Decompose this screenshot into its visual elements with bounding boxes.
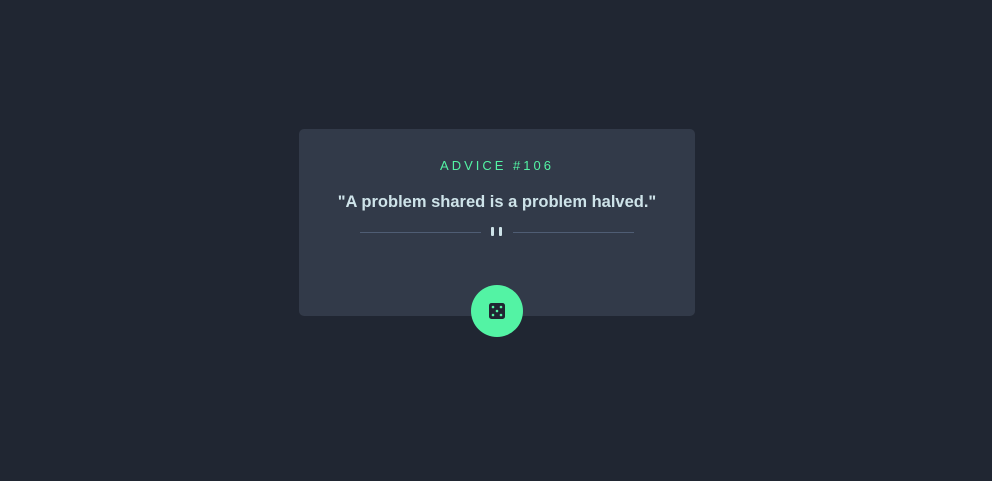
divider-line-left — [360, 232, 481, 233]
divider-line-right — [513, 232, 634, 233]
pattern-divider — [360, 227, 634, 239]
generate-advice-button[interactable] — [471, 285, 523, 337]
dice-icon — [489, 303, 505, 319]
advice-quote: "A problem shared is a problem halved." — [337, 193, 657, 211]
advice-id-label: ADVICE #106 — [440, 158, 554, 173]
pause-divider-icon — [491, 227, 503, 237]
